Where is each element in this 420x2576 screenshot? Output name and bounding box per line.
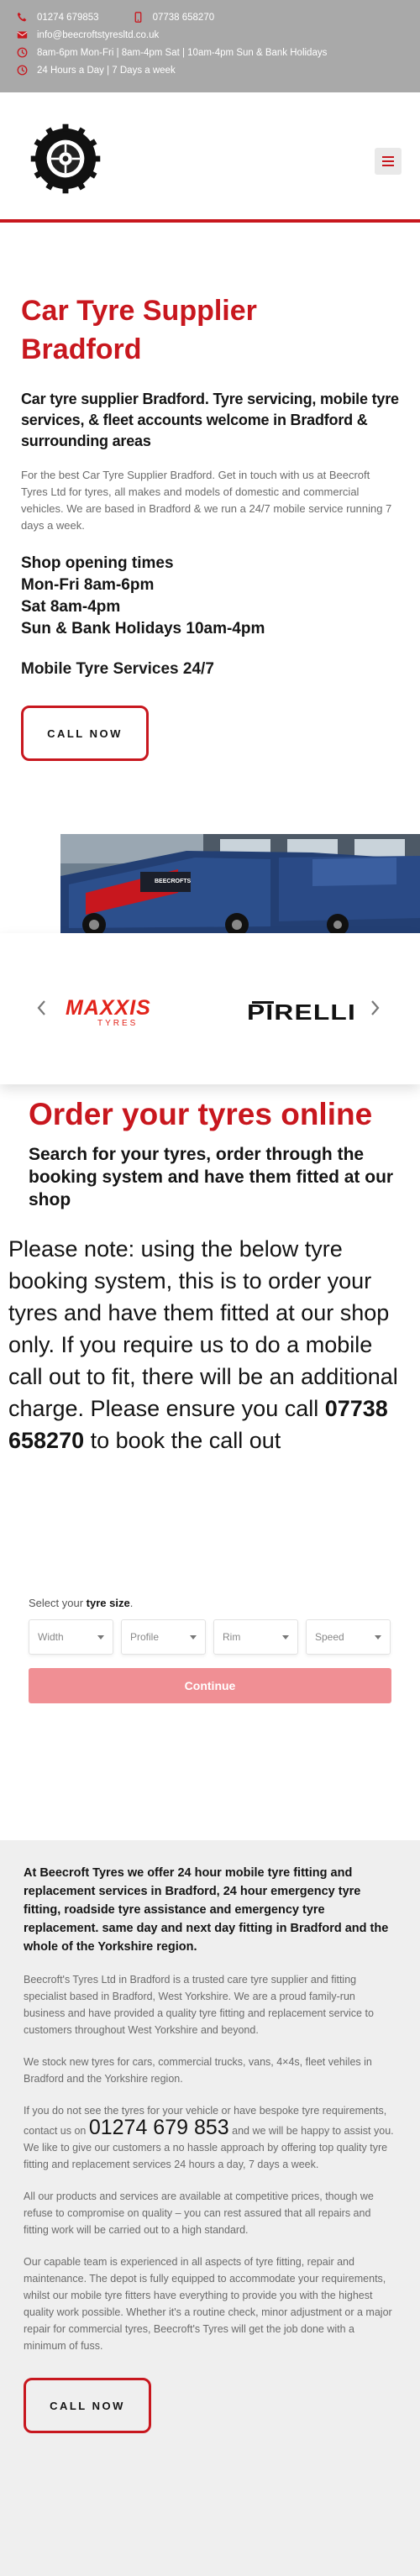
email-icon [17, 29, 37, 40]
availability-text: 24 Hours a Day | 7 Days a week [37, 65, 176, 76]
tyre-size-label-end: . [129, 1597, 134, 1609]
tyre-size-label-bold: tyre size [86, 1597, 130, 1609]
info-paragraph-4: All our products and services are availa… [24, 2190, 374, 2236]
info-paragraph-3: If you do not see the tyres for your veh… [24, 2102, 396, 2173]
opening-hours-text: 8am-6pm Mon-Fri | 8am-4pm Sat | 10am-4pm… [37, 47, 328, 58]
caret-down-icon [375, 1634, 381, 1640]
booking-note-text: Please note: using the below tyre bookin… [8, 1236, 398, 1421]
call-now-button-bottom[interactable]: CALL NOW [24, 2378, 151, 2433]
order-title: Order your tyres online [29, 1097, 373, 1131]
maxxis-wordmark: MAXXIS [66, 996, 151, 1020]
site-logo[interactable] [29, 123, 102, 195]
booking-note: Please note: using the below tyre bookin… [8, 1233, 403, 1456]
hamburger-icon [382, 155, 394, 168]
phone-icon [17, 12, 37, 23]
rim-select-value: Rim [223, 1631, 241, 1643]
speed-select[interactable]: Speed [306, 1619, 391, 1655]
opening-times-weekday: Mon-Fri 8am-6pm [21, 576, 155, 594]
caret-down-icon [97, 1634, 104, 1640]
phone-link-1[interactable]: 01274 679853 [37, 13, 99, 23]
top-info-bar: 01274 679853 07738 658270 info@beecrofts… [0, 0, 420, 92]
pirelli-logo: PIRELLI [247, 999, 356, 1025]
site-header [0, 92, 420, 223]
call-now-button[interactable]: CALL NOW [21, 706, 149, 761]
hero-section: Car Tyre Supplier Bradford Car tyre supp… [0, 223, 420, 827]
svg-text:BEECROFTS: BEECROFTS [155, 879, 192, 884]
maxxis-logo: MAXXIS TYRES [66, 997, 170, 1029]
hero-intro-text: For the best Car Tyre Supplier Bradford.… [21, 469, 392, 532]
tyre-size-label-text: Select your [29, 1597, 87, 1609]
van-photo: BEECROFTS [60, 834, 420, 933]
info-paragraph-2: We stock new tyres for cars, commercial … [24, 2056, 372, 2085]
page-title: Car Tyre Supplier Bradford [21, 295, 257, 365]
clock-icon [17, 65, 37, 76]
clock-icon [17, 47, 37, 58]
chevron-right-icon [371, 1000, 380, 1015]
menu-toggle-button[interactable] [375, 148, 402, 175]
width-select[interactable]: Width [29, 1619, 113, 1655]
topbar-availability: 24 Hours a Day | 7 Days a week [17, 61, 403, 79]
chevron-left-icon [37, 1000, 45, 1015]
carousel-next-button[interactable] [368, 997, 383, 1019]
opening-times-sunday: Sun & Bank Holidays 10am-4pm [21, 620, 265, 637]
speed-select-value: Speed [315, 1631, 344, 1643]
info-section: At Beecroft Tyres we offer 24 hour mobil… [0, 1840, 420, 2576]
topbar-phones: 01274 679853 07738 658270 [17, 8, 403, 26]
profile-select[interactable]: Profile [121, 1619, 206, 1655]
hero-subtitle: Car tyre supplier Bradford. Tyre servici… [21, 391, 399, 449]
mobile-phone-icon [133, 12, 153, 23]
brand-carousel: MAXXIS TYRES PIRELLI [0, 933, 420, 1084]
topbar-hours: 8am-6pm Mon-Fri | 8am-4pm Sat | 10am-4pm… [17, 44, 403, 61]
mobile-services-heading: Mobile Tyre Services 24/7 [21, 660, 214, 678]
opening-times-saturday: Sat 8am-4pm [21, 598, 121, 616]
info-paragraph-1: Beecroft's Tyres Ltd in Bradford is a tr… [24, 1974, 374, 2036]
email-link[interactable]: info@beecroftstyresltd.co.uk [37, 30, 159, 40]
caret-down-icon [190, 1634, 197, 1640]
tyre-size-label: Select your tyre size. [29, 1597, 391, 1609]
info-lead: At Beecroft Tyres we offer 24 hour mobil… [24, 1866, 389, 1954]
maxxis-subtext: TYRES [97, 1019, 139, 1028]
width-select-value: Width [38, 1631, 64, 1643]
opening-times: Shop opening times Mon-Fri 8am-6pm Sat 8… [21, 553, 399, 640]
booking-note-text-end: to book the call out [84, 1428, 281, 1453]
order-section: Order your tyres online Search for your … [0, 1084, 420, 1456]
topbar-email: info@beecroftstyresltd.co.uk [17, 26, 403, 44]
info-phone-number[interactable]: 01274 679 853 [89, 2116, 229, 2139]
carousel-prev-button[interactable] [34, 997, 49, 1019]
opening-times-heading: Shop opening times [21, 554, 174, 572]
rim-select[interactable]: Rim [213, 1619, 298, 1655]
info-paragraph-5: Our capable team is experienced in all a… [24, 2256, 392, 2352]
profile-select-value: Profile [130, 1631, 160, 1643]
order-subtitle: Search for your tyres, order through the… [29, 1145, 394, 1209]
tyre-size-form: Select your tyre size. Width Profile Rim… [29, 1597, 391, 1703]
continue-button[interactable]: Continue [29, 1668, 391, 1703]
caret-down-icon [282, 1634, 289, 1640]
phone-link-2[interactable]: 07738 658270 [153, 13, 215, 23]
tyre-size-selects: Width Profile Rim Speed [29, 1619, 391, 1655]
